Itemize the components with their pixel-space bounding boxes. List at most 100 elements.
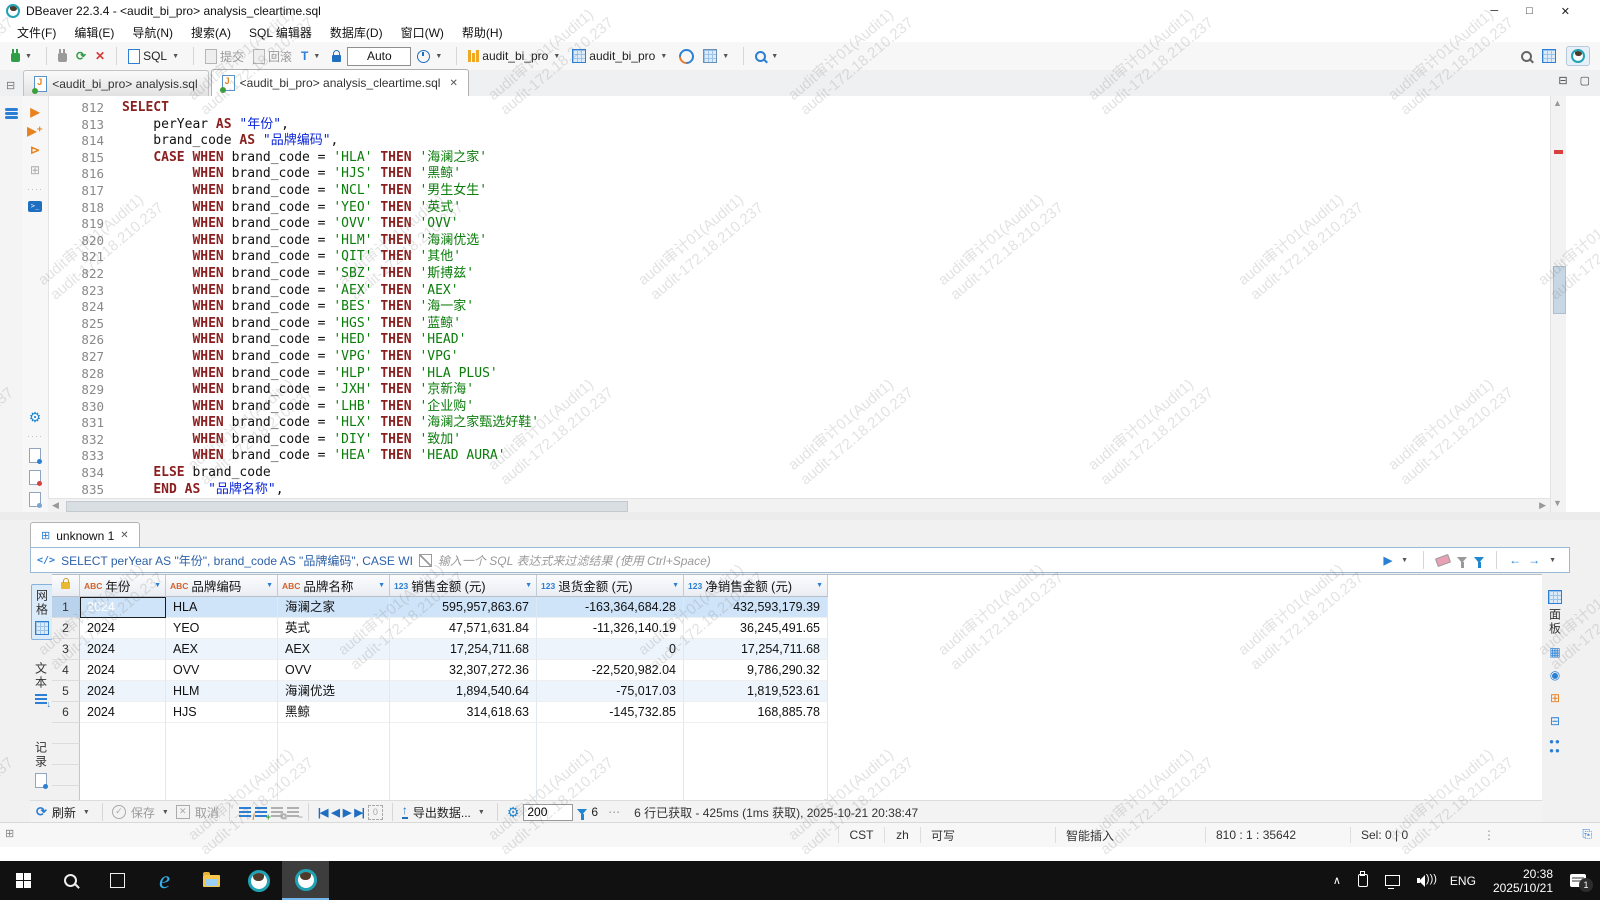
internet-explorer-button[interactable]: e	[141, 861, 188, 900]
sql-editor-button[interactable]: SQL ▼	[125, 47, 185, 66]
value-viewer-icon[interactable]: ⊟	[1550, 714, 1560, 728]
grid-settings-gear-icon[interactable]: ⚙	[507, 805, 520, 819]
tab-text-view[interactable]: 文本 ↓	[30, 658, 52, 709]
filter-input-placeholder[interactable]: 输入一个 SQL 表达式来过滤结果 (使用 Ctrl+Space)	[438, 552, 1378, 569]
editor-line[interactable]: 817 WHEN brand_code = 'NCL' THEN '男生女生'	[48, 183, 1550, 200]
next-row-icon[interactable]: ▶	[343, 806, 352, 819]
grid-cell[interactable]: 0	[537, 639, 684, 660]
output-button[interactable]: ▼	[700, 47, 735, 65]
editor-line[interactable]: 820 WHEN brand_code = 'HLM' THEN '海澜优选'	[48, 233, 1550, 250]
execute-statement-icon[interactable]: ▶	[30, 106, 39, 118]
task-view-button[interactable]	[94, 861, 141, 900]
editor-line[interactable]: 814 brand_code AS "品牌编码",	[48, 133, 1550, 150]
editor-line[interactable]: 833 WHEN brand_code = 'HEA' THEN 'HEAD A…	[48, 448, 1550, 465]
new-connection-button[interactable]: ▼	[8, 48, 38, 64]
editor-vscrollbar[interactable]: ▲ ▼	[1550, 96, 1566, 512]
network-icon[interactable]	[1384, 875, 1400, 889]
timezone-indicator[interactable]: CST	[838, 827, 884, 843]
save-button[interactable]: 保存	[131, 804, 155, 821]
column-header-5[interactable]: 123 净销售金额 (元) ▼	[684, 575, 828, 597]
grid-cell[interactable]: 36,245,491.65	[684, 618, 828, 639]
grid-cell[interactable]: 2024	[80, 681, 166, 702]
apply-filter-icon[interactable]: ▶	[1384, 554, 1392, 567]
editor-line[interactable]: 813 perYear AS "年份",	[48, 117, 1550, 134]
editor-tab-analysis-cleartime[interactable]: <audit_bi_pro> analysis_cleartime.sql ✕	[210, 69, 469, 96]
add-row-icon[interactable]: +	[254, 806, 271, 822]
editor-line[interactable]: 832 WHEN brand_code = 'DIY' THEN '致加'	[48, 432, 1550, 449]
grid-cell[interactable]: HLA	[166, 597, 278, 618]
grid-cell[interactable]: 2024	[80, 618, 166, 639]
grid-cell[interactable]: 英式	[278, 618, 390, 639]
grid-cell[interactable]: 17,254,711.68	[684, 639, 828, 660]
transaction-timeout-button[interactable]: ▼	[414, 48, 448, 65]
grid-cell[interactable]: 1,894,540.64	[390, 681, 537, 702]
history-back-icon[interactable]: ←	[1509, 553, 1521, 567]
dashboard-button[interactable]	[676, 45, 698, 67]
column-header-1[interactable]: ABC 品牌编码 ▼	[166, 575, 278, 597]
dbeaver-perspective-button[interactable]	[1566, 46, 1590, 66]
grid-cell[interactable]: 32,307,272.36	[390, 660, 537, 681]
fetch-size-input[interactable]	[523, 803, 574, 821]
column-header-4[interactable]: 123 退货金额 (元) ▼	[537, 575, 684, 597]
editor-line[interactable]: 827 WHEN brand_code = 'VPG' THEN 'VPG'	[48, 349, 1550, 366]
editor-line[interactable]: 834 ELSE brand_code	[48, 465, 1550, 482]
editor-line[interactable]: 835 END AS "品牌名称",	[48, 482, 1550, 499]
prev-row-icon[interactable]: ◀	[331, 806, 340, 819]
commit-button[interactable]: 提交	[202, 46, 247, 67]
filters-menu-icon[interactable]	[1474, 557, 1485, 568]
tab-panels[interactable]: 面板	[1547, 590, 1564, 636]
editor-line[interactable]: 831 WHEN brand_code = 'HLX' THEN '海澜之家甄选…	[48, 415, 1550, 432]
grid-cell[interactable]: 海澜之家	[278, 597, 390, 618]
column-header-3[interactable]: 123 销售金额 (元) ▼	[390, 575, 537, 597]
open-perspective-icon[interactable]	[1542, 49, 1556, 63]
menu-item-3[interactable]: 搜索(A)	[182, 24, 240, 41]
tab-record-view[interactable]: 记录	[30, 737, 52, 792]
grid-cell[interactable]: 314,618.63	[390, 702, 537, 723]
refresh-button[interactable]: 刷新	[52, 804, 76, 821]
editor-line[interactable]: 824 WHEN brand_code = 'BES' THEN '海一家'	[48, 299, 1550, 316]
grid-cell[interactable]: 1,819,523.61	[684, 681, 828, 702]
panel-layout-icons[interactable]: ●● ●●	[1549, 737, 1561, 755]
grid-corner-cell[interactable]	[52, 575, 80, 597]
editor-tab-analysis[interactable]: <audit_bi_pro> analysis.sql	[23, 70, 209, 96]
scroll-up-icon[interactable]: ▲	[1553, 98, 1562, 108]
editor-hscrollbar[interactable]: ◀ ▶	[48, 498, 1550, 513]
grid-cell[interactable]: 黑鲸	[278, 702, 390, 723]
grid-cell[interactable]: 2024	[80, 639, 166, 660]
volume-icon[interactable]: )))	[1416, 873, 1437, 887]
grid-cell[interactable]: 432,593,179.39	[684, 597, 828, 618]
editor-line[interactable]: 826 WHEN brand_code = 'HED' THEN 'HEAD'	[48, 332, 1550, 349]
abort-connection-button[interactable]: ✕	[92, 47, 108, 65]
vscroll-thumb[interactable]	[1553, 266, 1566, 314]
grid-cell[interactable]: 2024	[80, 597, 166, 618]
grid-cell[interactable]: 168,885.78	[684, 702, 828, 723]
export-data-button[interactable]: 导出数据...	[413, 804, 471, 821]
grid-cell[interactable]: 595,957,863.67	[390, 597, 537, 618]
tab-grid-view[interactable]: 网格	[31, 584, 53, 640]
hscroll-thumb[interactable]	[66, 501, 628, 512]
grid-cell[interactable]: OVV	[166, 660, 278, 681]
grid-cell[interactable]: 2024	[80, 660, 166, 681]
grid-cell[interactable]: 2024	[80, 702, 166, 723]
transaction-mode-button[interactable]: T ▼	[298, 47, 326, 65]
grid-cell[interactable]: 9,786,290.32	[684, 660, 828, 681]
tray-chevron-icon[interactable]: ∧	[1333, 874, 1341, 887]
language-indicator[interactable]: zh	[884, 827, 920, 843]
sql-console-icon[interactable]: >_	[28, 201, 42, 212]
dbeaver-taskbar-button[interactable]	[235, 861, 282, 900]
input-language-indicator[interactable]: ENG	[1450, 874, 1476, 888]
writable-indicator[interactable]: 可写	[920, 827, 1055, 843]
edit-filter-icon[interactable]	[1457, 557, 1468, 568]
copy-row-icon[interactable]: ⧉	[270, 806, 287, 821]
editor-line[interactable]: 828 WHEN brand_code = 'HLP' THEN 'HLA PL…	[48, 366, 1550, 383]
quick-search-button[interactable]: ▼	[752, 49, 784, 64]
edit-cell-icon[interactable]: /	[238, 806, 255, 822]
grid-cell[interactable]: YEO	[166, 618, 278, 639]
row-number[interactable]: 3	[52, 639, 80, 660]
statusbar-window-icon[interactable]: ⊞	[5, 827, 14, 840]
sort-arrow-icon[interactable]: ▼	[525, 582, 532, 589]
dbeaver-taskbar-button-active[interactable]	[282, 861, 329, 900]
grid-cell[interactable]: OVV	[278, 660, 390, 681]
database-navigator-icon[interactable]	[4, 108, 18, 119]
row-number[interactable]: 5	[52, 681, 80, 702]
